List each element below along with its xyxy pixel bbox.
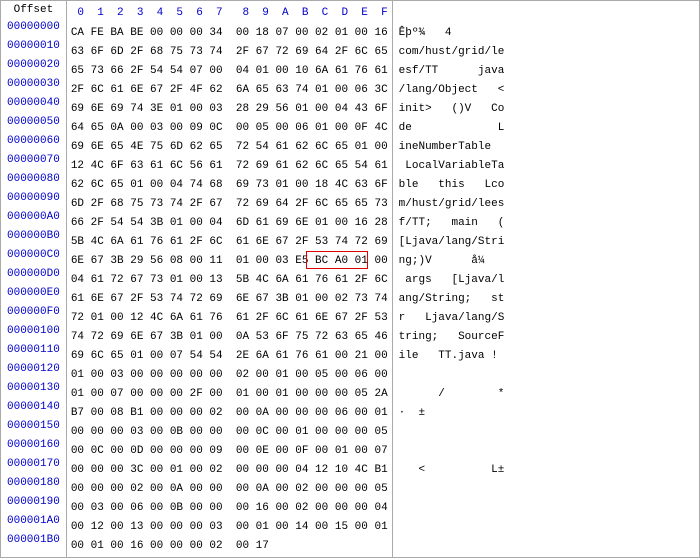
offset-value: 00000000 [7, 17, 60, 36]
ascii-row[interactable] [399, 498, 693, 517]
offset-value: 00000020 [7, 55, 60, 74]
hex-row[interactable]: 00 12 00 13 00 00 00 03 00 01 00 14 00 1… [71, 517, 388, 536]
ascii-row[interactable]: < L± [399, 460, 693, 479]
offset-value: 00000100 [7, 321, 60, 340]
ascii-row[interactable]: de L [399, 118, 693, 137]
ascii-row[interactable]: ng;)V å¼ [399, 251, 693, 270]
hex-row[interactable]: 69 6E 65 4E 75 6D 62 65 72 54 61 62 6C 6… [71, 137, 388, 156]
ascii-header [399, 3, 693, 23]
ascii-row[interactable]: init> ()V Co [399, 99, 693, 118]
hex-row[interactable]: 61 6E 67 2F 53 74 72 69 6E 67 3B 01 00 0… [71, 289, 388, 308]
offset-value: 000000B0 [7, 226, 60, 245]
hex-row[interactable]: 66 2F 54 54 3B 01 00 04 6D 61 69 6E 01 0… [71, 213, 388, 232]
ascii-column: Êþº¾ 4 com/hust/grid/leesf/TT java/lang/… [393, 1, 699, 557]
hex-row[interactable]: 00 0C 00 0D 00 00 00 09 00 0E 00 0F 00 0… [71, 441, 388, 460]
ascii-row[interactable] [399, 441, 693, 460]
hex-row[interactable]: 01 00 07 00 00 00 2F 00 01 00 01 00 00 0… [71, 384, 388, 403]
offset-value: 000000C0 [7, 245, 60, 264]
offset-value: 00000090 [7, 188, 60, 207]
offset-value: 000000F0 [7, 302, 60, 321]
hex-row[interactable]: 04 61 72 67 73 01 00 13 5B 4C 6A 61 76 6… [71, 270, 388, 289]
hex-row[interactable]: 62 6C 65 01 00 04 74 68 69 73 01 00 18 4… [71, 175, 388, 194]
hex-header: 0 1 2 3 4 5 6 7 8 9 A B C D E F [71, 3, 388, 23]
hex-row[interactable]: 6D 2F 68 75 73 74 2F 67 72 69 64 2F 6C 6… [71, 194, 388, 213]
hex-row[interactable]: CA FE BA BE 00 00 00 34 00 18 07 00 02 0… [71, 23, 388, 42]
ascii-row[interactable] [399, 479, 693, 498]
hex-row[interactable]: 01 00 03 00 00 00 00 00 02 00 01 00 05 0… [71, 365, 388, 384]
ascii-row[interactable]: LocalVariableTa [399, 156, 693, 175]
ascii-row[interactable]: m/hust/grid/lees [399, 194, 693, 213]
selection-highlight [306, 251, 368, 269]
offset-header: Offset [7, 3, 60, 17]
ascii-row[interactable]: f/TT; main ( [399, 213, 693, 232]
offset-column: Offset 000000000000001000000020000000300… [1, 1, 67, 557]
offset-value: 000001B0 [7, 530, 60, 549]
hex-row[interactable]: B7 00 08 B1 00 00 00 02 00 0A 00 00 00 0… [71, 403, 388, 422]
offset-value: 00000140 [7, 397, 60, 416]
offset-value: 000000E0 [7, 283, 60, 302]
offset-value: 00000080 [7, 169, 60, 188]
ascii-row[interactable]: Êþº¾ 4 [399, 23, 693, 42]
offset-value: 00000170 [7, 454, 60, 473]
offset-value: 00000190 [7, 492, 60, 511]
ascii-row[interactable]: args [Ljava/l [399, 270, 693, 289]
offset-value: 00000120 [7, 359, 60, 378]
offset-value: 00000060 [7, 131, 60, 150]
ascii-row[interactable] [399, 422, 693, 441]
hex-row[interactable]: 74 72 69 6E 67 3B 01 00 0A 53 6F 75 72 6… [71, 327, 388, 346]
ascii-row[interactable]: · ± [399, 403, 693, 422]
offset-value: 000000A0 [7, 207, 60, 226]
hex-row[interactable]: 2F 6C 61 6E 67 2F 4F 62 6A 65 63 74 01 0… [71, 80, 388, 99]
hex-column: 0 1 2 3 4 5 6 7 8 9 A B C D E F CA FE BA… [67, 1, 393, 557]
offset-value: 00000040 [7, 93, 60, 112]
ascii-row[interactable]: /lang/Object < [399, 80, 693, 99]
ascii-row[interactable]: [Ljava/lang/Stri [399, 232, 693, 251]
hex-row[interactable]: 00 00 00 3C 00 01 00 02 00 00 00 04 12 1… [71, 460, 388, 479]
offset-value: 000000D0 [7, 264, 60, 283]
hex-row[interactable]: 69 6E 69 74 3E 01 00 03 28 29 56 01 00 0… [71, 99, 388, 118]
hex-row[interactable]: 63 6F 6D 2F 68 75 73 74 2F 67 72 69 64 2… [71, 42, 388, 61]
hex-row[interactable]: 6E 67 3B 29 56 08 00 11 01 00 03 E5 BC A… [71, 251, 388, 270]
hex-row[interactable]: 65 73 66 2F 54 54 07 00 04 01 00 10 6A 6… [71, 61, 388, 80]
ascii-row[interactable]: ile TT.java ! [399, 346, 693, 365]
ascii-row[interactable]: / * [399, 384, 693, 403]
offset-value: 00000070 [7, 150, 60, 169]
offset-value: 000001A0 [7, 511, 60, 530]
ascii-row[interactable]: com/hust/grid/le [399, 42, 693, 61]
hex-row[interactable]: 72 01 00 12 4C 6A 61 76 61 2F 6C 61 6E 6… [71, 308, 388, 327]
hex-row[interactable]: 00 01 00 16 00 00 00 02 00 17 [71, 536, 388, 555]
ascii-row[interactable]: r Ljava/lang/S [399, 308, 693, 327]
offset-value: 00000050 [7, 112, 60, 131]
hex-row[interactable]: 00 00 00 03 00 0B 00 00 00 0C 00 01 00 0… [71, 422, 388, 441]
hex-row[interactable]: 69 6C 65 01 00 07 54 54 2E 6A 61 76 61 0… [71, 346, 388, 365]
ascii-row[interactable]: ineNumberTable [399, 137, 693, 156]
offset-value: 00000130 [7, 378, 60, 397]
offset-value: 00000160 [7, 435, 60, 454]
hex-row[interactable]: 12 4C 6F 63 61 6C 56 61 72 69 61 62 6C 6… [71, 156, 388, 175]
hex-row[interactable]: 64 65 0A 00 03 00 09 0C 00 05 00 06 01 0… [71, 118, 388, 137]
ascii-row[interactable] [399, 517, 693, 536]
ascii-row[interactable]: tring; SourceF [399, 327, 693, 346]
offset-value: 00000010 [7, 36, 60, 55]
hex-viewer: Offset 000000000000001000000020000000300… [0, 0, 700, 558]
offset-value: 00000030 [7, 74, 60, 93]
hex-row[interactable]: 5B 4C 6A 61 76 61 2F 6C 61 6E 67 2F 53 7… [71, 232, 388, 251]
offset-value: 00000110 [7, 340, 60, 359]
hex-row[interactable]: 00 03 00 06 00 0B 00 00 00 16 00 02 00 0… [71, 498, 388, 517]
ascii-row[interactable]: esf/TT java [399, 61, 693, 80]
ascii-row[interactable] [399, 536, 693, 555]
ascii-row[interactable]: ang/String; st [399, 289, 693, 308]
ascii-row[interactable] [399, 365, 693, 384]
offset-value: 00000180 [7, 473, 60, 492]
ascii-row[interactable]: ble this Lco [399, 175, 693, 194]
offset-value: 00000150 [7, 416, 60, 435]
hex-row[interactable]: 00 00 00 02 00 0A 00 00 00 0A 00 02 00 0… [71, 479, 388, 498]
